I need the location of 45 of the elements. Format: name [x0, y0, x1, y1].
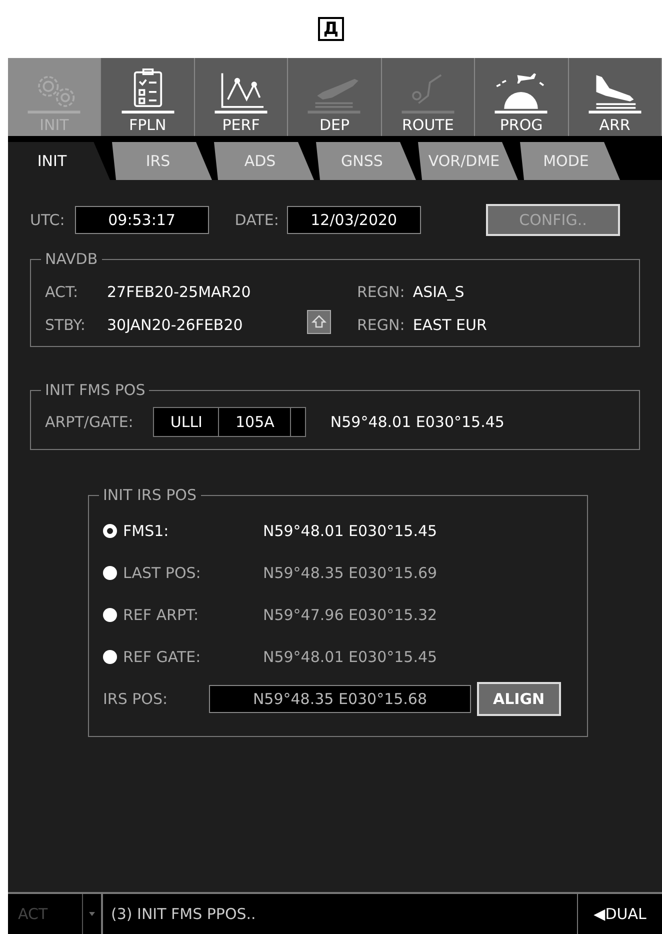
date-field[interactable]: 12/03/2020 [286, 206, 421, 234]
radio-button[interactable] [103, 524, 117, 538]
database-dates: 30JAN20-26FEB20 [107, 316, 244, 334]
nav-button[interactable]: ARR [568, 58, 662, 136]
section-title: INIT FMS POS [44, 381, 146, 399]
radio-button[interactable] [103, 608, 117, 622]
radio-button[interactable] [103, 650, 117, 664]
region-label: REGN: [357, 282, 405, 300]
option-label: LAST POS: [123, 564, 202, 582]
nav-button[interactable]: PROG [475, 58, 569, 136]
nav-button[interactable]: ROUTE [382, 58, 476, 136]
position-value: N59°48.01 E030°15.45 [330, 413, 504, 431]
radio-button[interactable] [103, 566, 117, 580]
nav-button[interactable]: FPLN [101, 58, 195, 136]
irs-pos-field[interactable]: N59°48.35 E030°15.68 [209, 685, 471, 713]
stby-label: STBY: [45, 316, 86, 334]
utc-field[interactable]: 09:53:17 [74, 206, 209, 234]
position-value: N59°47.96 E030°15.32 [263, 606, 438, 624]
utc-label: UTC: [30, 211, 65, 229]
region-value: ASIA_S [412, 282, 466, 300]
irs-pos-label: IRS POS: [103, 690, 169, 708]
act-label: ACT: [45, 282, 80, 300]
option-label: REF GATE: [123, 648, 202, 666]
position-value: N59°48.01 E030°15.45 [263, 522, 438, 540]
nav-button[interactable]: DEP [288, 58, 382, 136]
mode-label: ACT [17, 904, 49, 925]
swap-database-button[interactable] [307, 310, 331, 334]
up-arrow-icon [311, 314, 327, 330]
figure-label: Д [318, 17, 344, 41]
airport-gate-field[interactable]: ULLI 105A [153, 407, 306, 437]
section-title: INIT IRS POS [102, 486, 198, 504]
database-dates: 27FEB20-25MAR20 [107, 282, 252, 300]
region-value: EAST EUR [412, 316, 488, 334]
date-label: DATE: [234, 211, 279, 229]
option-label: REF ARPT: [123, 606, 200, 624]
align-button[interactable]: ALIGN [477, 682, 561, 716]
nav-button[interactable]: PERF [194, 58, 288, 136]
section-title: NAVDB [44, 250, 99, 268]
tab[interactable]: INIT [8, 142, 110, 180]
arpt-gate-label: ARPT/GATE: [45, 413, 134, 431]
dropdown-arrow-icon[interactable] [82, 894, 103, 934]
option-label: FMS1: [123, 522, 170, 540]
region-label: REGN: [357, 316, 405, 334]
position-value: N59°48.01 E030°15.45 [263, 648, 438, 666]
position-value: N59°48.35 E030°15.69 [263, 564, 438, 582]
